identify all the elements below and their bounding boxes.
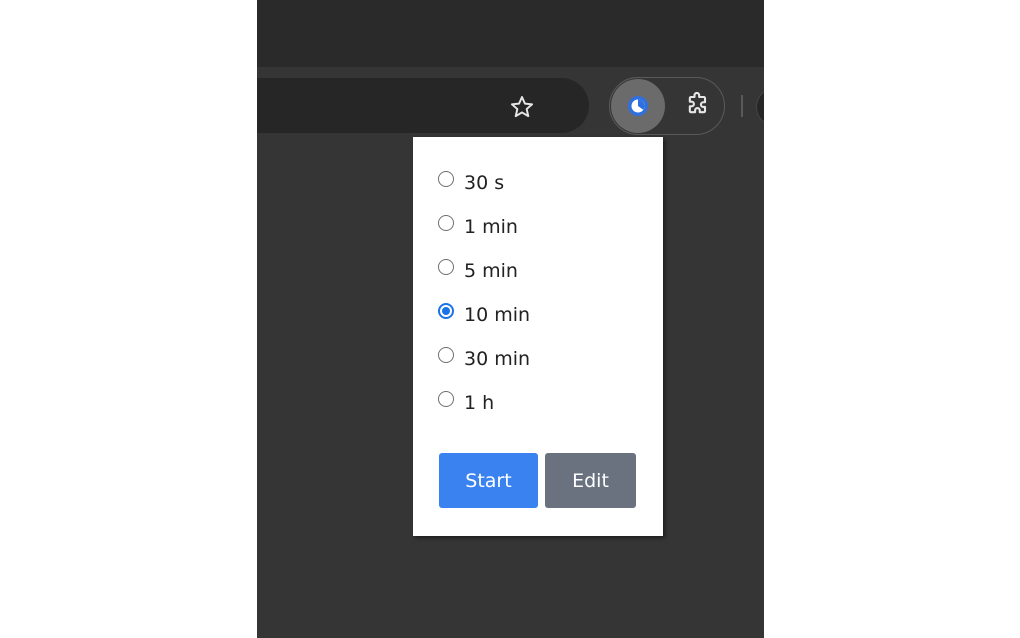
edit-button[interactable]: Edit (545, 453, 636, 508)
duration-option[interactable]: 30 s (438, 161, 530, 205)
address-bar[interactable] (257, 78, 589, 133)
radio-unchecked[interactable] (438, 391, 454, 407)
radio-unchecked[interactable] (438, 259, 454, 275)
start-button[interactable]: Start (439, 453, 538, 508)
timer-popup: 30 s 1 min 5 min 10 min 30 min 1 h Start Edit (413, 137, 663, 536)
radio-unchecked[interactable] (438, 215, 454, 231)
duration-option-label: 1 min (464, 216, 518, 238)
duration-option-label: 1 h (464, 392, 495, 414)
bookmark-star-button[interactable] (507, 92, 537, 122)
extensions-menu-button[interactable] (681, 87, 715, 121)
profile-avatar-button[interactable] (756, 89, 764, 125)
timer-icon (628, 96, 648, 116)
timer-extension-button[interactable] (611, 79, 665, 133)
star-icon (510, 96, 534, 118)
radio-unchecked[interactable] (438, 347, 454, 363)
duration-option[interactable]: 30 min (438, 337, 530, 381)
radio-dot (442, 307, 450, 315)
radio-checked[interactable] (438, 303, 454, 319)
duration-option[interactable]: 5 min (438, 249, 530, 293)
duration-option[interactable]: 1 h (438, 381, 530, 425)
duration-option-label: 10 min (464, 304, 531, 326)
radio-unchecked[interactable] (438, 171, 454, 187)
duration-option-label: 30 min (464, 348, 531, 370)
duration-option-label: 30 s (464, 172, 505, 194)
puzzle-icon (688, 91, 707, 114)
duration-option[interactable]: 10 min (438, 293, 530, 337)
screenshot-stage: 30 s 1 min 5 min 10 min 30 min 1 h Start Edit (0, 0, 1020, 638)
toolbar-divider (741, 95, 743, 117)
duration-options: 30 s 1 min 5 min 10 min 30 min 1 h (438, 161, 530, 425)
browser-toolbar (257, 67, 764, 136)
popup-actions: Start Edit (439, 453, 636, 508)
title-bar (257, 0, 764, 67)
duration-option-label: 5 min (464, 260, 518, 282)
duration-option[interactable]: 1 min (438, 205, 530, 249)
